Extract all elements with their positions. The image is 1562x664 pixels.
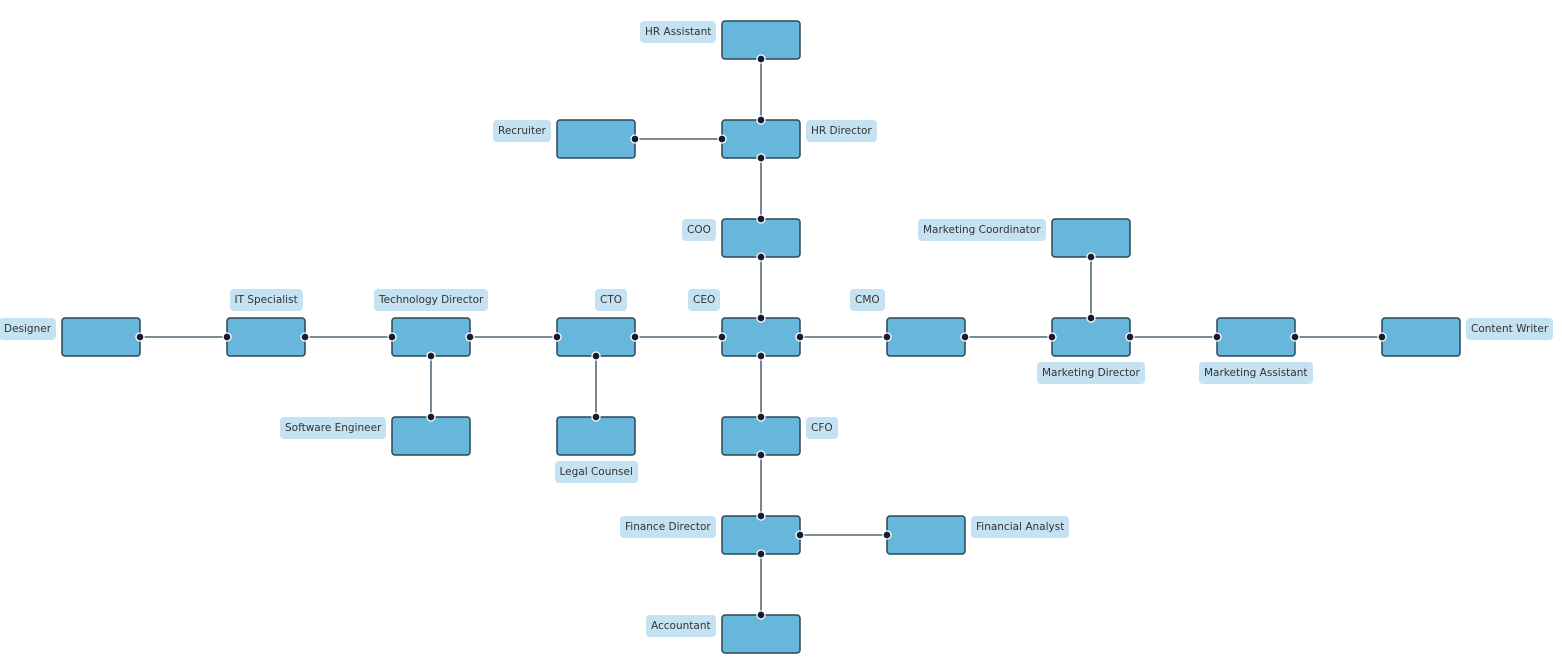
node-label: CMO: [850, 289, 885, 311]
port-handle[interactable]: [552, 332, 562, 342]
node-coo[interactable]: [721, 218, 801, 258]
node-label: HR Director: [806, 120, 877, 142]
node-label: CEO: [688, 289, 721, 311]
port-handle[interactable]: [882, 332, 892, 342]
node-cw[interactable]: [1381, 317, 1461, 357]
node-des[interactable]: [61, 317, 141, 357]
node-its[interactable]: [226, 317, 306, 357]
node-label: Accountant: [646, 615, 716, 637]
port-handle[interactable]: [1290, 332, 1300, 342]
port-handle[interactable]: [795, 530, 805, 540]
org-chart-diagram: [61, 20, 1461, 654]
node-cto[interactable]: [556, 317, 636, 357]
node-fd[interactable]: [721, 515, 801, 555]
port-handle[interactable]: [756, 153, 766, 163]
port-handle[interactable]: [756, 351, 766, 361]
port-handle[interactable]: [756, 549, 766, 559]
node-label: Financial Analyst: [971, 516, 1070, 538]
node-label: CFO: [806, 417, 838, 439]
port-handle[interactable]: [795, 332, 805, 342]
port-handle[interactable]: [756, 412, 766, 422]
port-handle[interactable]: [630, 332, 640, 342]
node-md[interactable]: [1051, 317, 1131, 357]
node-label: Software Engineer: [280, 417, 387, 439]
port-handle[interactable]: [1212, 332, 1222, 342]
port-handle[interactable]: [756, 214, 766, 224]
node-label: Recruiter: [493, 120, 551, 142]
port-handle[interactable]: [960, 332, 970, 342]
port-handle[interactable]: [756, 54, 766, 64]
node-se[interactable]: [391, 416, 471, 456]
node-lc[interactable]: [556, 416, 636, 456]
port-handle[interactable]: [1086, 313, 1096, 323]
node-label: Technology Director: [374, 289, 489, 311]
node-label: Marketing Coordinator: [918, 219, 1046, 241]
node-cmo[interactable]: [886, 317, 966, 357]
node-label: Finance Director: [620, 516, 716, 538]
node-mc[interactable]: [1051, 218, 1131, 258]
node-acc[interactable]: [721, 614, 801, 654]
node-hra[interactable]: [721, 20, 801, 60]
node-label: HR Assistant: [640, 21, 717, 43]
node-label: Content Writer: [1466, 318, 1554, 340]
port-handle[interactable]: [882, 530, 892, 540]
port-handle[interactable]: [1377, 332, 1387, 342]
node-label: CTO: [595, 289, 628, 311]
node-cfo[interactable]: [721, 416, 801, 456]
port-handle[interactable]: [387, 332, 397, 342]
port-handle[interactable]: [756, 511, 766, 521]
port-handle[interactable]: [756, 450, 766, 460]
port-handle[interactable]: [756, 610, 766, 620]
node-td[interactable]: [391, 317, 471, 357]
node-ceo[interactable]: [721, 317, 801, 357]
node-label: Designer: [0, 318, 57, 340]
port-handle[interactable]: [717, 134, 727, 144]
node-fa[interactable]: [886, 515, 966, 555]
port-handle[interactable]: [756, 313, 766, 323]
port-handle[interactable]: [591, 412, 601, 422]
node-ma[interactable]: [1216, 317, 1296, 357]
port-handle[interactable]: [1047, 332, 1057, 342]
port-handle[interactable]: [135, 332, 145, 342]
node-rec[interactable]: [556, 119, 636, 159]
port-handle[interactable]: [465, 332, 475, 342]
port-handle[interactable]: [1086, 252, 1096, 262]
port-handle[interactable]: [756, 115, 766, 125]
port-handle[interactable]: [300, 332, 310, 342]
port-handle[interactable]: [756, 252, 766, 262]
node-label: Marketing Assistant: [1199, 362, 1313, 384]
port-handle[interactable]: [426, 351, 436, 361]
port-handle[interactable]: [222, 332, 232, 342]
node-hrd[interactable]: [721, 119, 801, 159]
port-handle[interactable]: [630, 134, 640, 144]
node-label: Marketing Director: [1037, 362, 1145, 384]
node-label: Legal Counsel: [554, 461, 638, 483]
port-handle[interactable]: [426, 412, 436, 422]
node-label: COO: [682, 219, 716, 241]
port-handle[interactable]: [1125, 332, 1135, 342]
node-label: IT Specialist: [229, 289, 303, 311]
port-handle[interactable]: [591, 351, 601, 361]
port-handle[interactable]: [717, 332, 727, 342]
